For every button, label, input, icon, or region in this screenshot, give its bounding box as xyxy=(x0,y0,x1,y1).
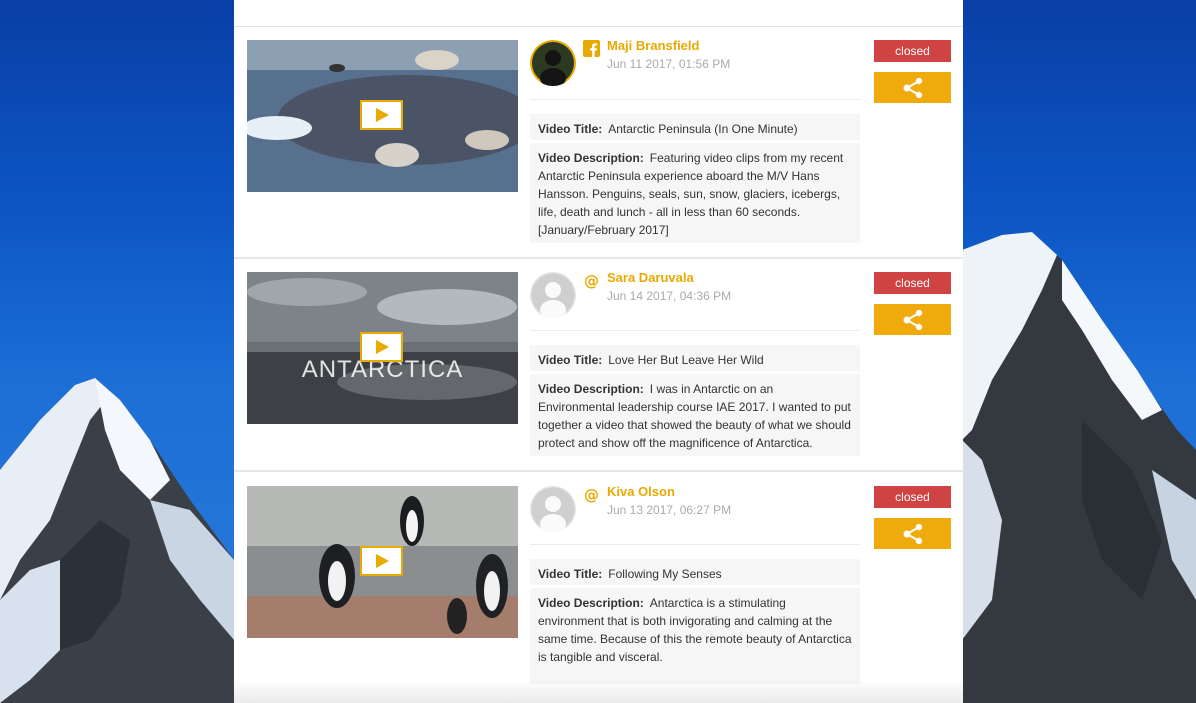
video-title: Following My Senses xyxy=(608,567,722,581)
user-avatar xyxy=(530,40,576,86)
video-entry: Maji Bransfield Jun 11 2017, 01:56 PM Vi… xyxy=(234,27,963,259)
video-description-label: Video Description: xyxy=(538,596,644,610)
video-title-label: Video Title: xyxy=(538,567,603,581)
user-avatar xyxy=(530,486,576,532)
play-button[interactable] xyxy=(360,546,403,576)
share-icon xyxy=(903,77,922,98)
play-button[interactable] xyxy=(360,100,403,130)
post-date: Jun 13 2017, 06:27 PM xyxy=(607,503,732,517)
video-title-label: Video Title: xyxy=(538,353,603,367)
video-title-label: Video Title: xyxy=(538,122,603,136)
svg-text:@: @ xyxy=(584,486,599,503)
share-icon xyxy=(903,309,922,330)
divider xyxy=(530,544,860,545)
video-description-row: Video Description: Featuring video clips … xyxy=(530,143,860,243)
video-description-label: Video Description: xyxy=(538,382,644,396)
divider xyxy=(530,99,860,100)
video-info: @ Sara Daruvala Jun 14 2017, 04:36 PM Vi… xyxy=(530,270,860,462)
divider xyxy=(530,330,860,331)
bottom-fade xyxy=(234,679,963,703)
video-thumbnail[interactable] xyxy=(247,486,518,638)
previous-entry-remnant xyxy=(234,0,963,27)
share-button[interactable] xyxy=(874,72,951,103)
share-icon xyxy=(903,523,922,544)
video-description-label: Video Description: xyxy=(538,151,644,165)
video-thumbnail[interactable] xyxy=(247,40,518,192)
username[interactable]: Kiva Olson xyxy=(607,484,675,499)
video-entry: @ Kiva Olson Jun 13 2017, 06:27 PM Video… xyxy=(234,473,963,703)
play-icon xyxy=(375,340,389,354)
play-button[interactable] xyxy=(360,332,403,362)
status-badge[interactable]: closed xyxy=(874,272,951,294)
video-title-row: Video Title: Love Her But Leave Her Wild xyxy=(530,345,860,371)
video-info: Maji Bransfield Jun 11 2017, 01:56 PM Vi… xyxy=(530,38,860,245)
mountain-background-right xyxy=(962,232,1196,703)
video-title: Antarctic Peninsula (In One Minute) xyxy=(608,122,798,136)
video-thumbnail[interactable]: ANTARCTICA xyxy=(247,272,518,424)
video-entry: ANTARCTICA @ Sara Daruvala Jun 14 2017, … xyxy=(234,259,963,472)
status-badge[interactable]: closed xyxy=(874,486,951,508)
user-avatar xyxy=(530,272,576,318)
post-date: Jun 14 2017, 04:36 PM xyxy=(607,289,732,303)
mountain-background-left xyxy=(0,378,234,703)
play-icon xyxy=(375,554,389,568)
video-description-row: Video Description: Antarctica is a stimul… xyxy=(530,588,860,684)
post-date: Jun 11 2017, 01:56 PM xyxy=(607,57,731,71)
facebook-icon xyxy=(583,40,600,57)
play-icon xyxy=(375,108,389,122)
video-title-row: Video Title: Following My Senses xyxy=(530,559,860,585)
video-title: Love Her But Leave Her Wild xyxy=(608,353,764,367)
video-info: @ Kiva Olson Jun 13 2017, 06:27 PM Video… xyxy=(530,484,860,696)
username[interactable]: Sara Daruvala xyxy=(607,270,694,285)
video-description-row: Video Description: I was in Antarctic on … xyxy=(530,374,860,456)
username[interactable]: Maji Bransfield xyxy=(607,38,699,53)
at-sign-icon: @ xyxy=(584,272,599,289)
svg-text:@: @ xyxy=(584,272,599,289)
video-feed-panel: Maji Bransfield Jun 11 2017, 01:56 PM Vi… xyxy=(234,0,963,703)
status-badge[interactable]: closed xyxy=(874,40,951,62)
at-sign-icon: @ xyxy=(584,486,599,503)
video-title-row: Video Title: Antarctic Peninsula (In One … xyxy=(530,114,860,140)
share-button[interactable] xyxy=(874,304,951,335)
share-button[interactable] xyxy=(874,518,951,549)
